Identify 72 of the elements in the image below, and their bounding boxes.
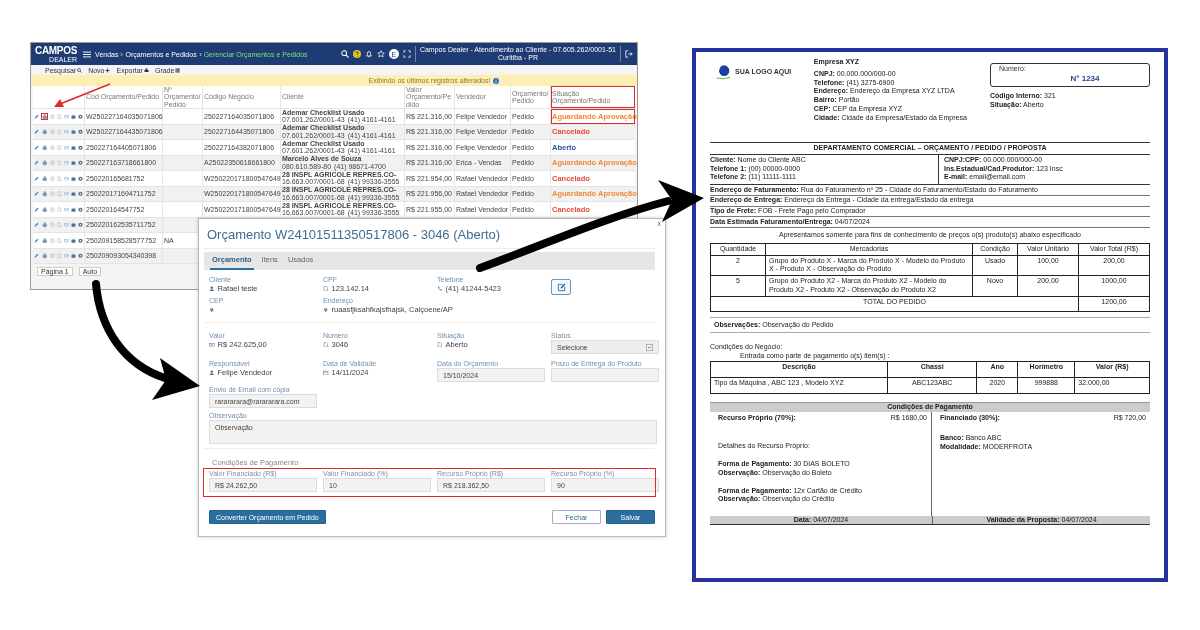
printer-icon[interactable] xyxy=(41,206,48,212)
printer-icon[interactable] xyxy=(41,144,48,150)
printer-icon[interactable] xyxy=(41,237,48,243)
gear-icon[interactable] xyxy=(78,253,84,259)
pencil-icon[interactable] xyxy=(34,237,39,243)
banknote-icon xyxy=(209,341,215,348)
location-pin-icon xyxy=(209,306,215,313)
chevron-icon xyxy=(120,51,124,57)
gear-icon[interactable] xyxy=(78,160,84,166)
printer-icon[interactable] xyxy=(41,160,48,166)
logo-icon xyxy=(716,64,732,80)
briefcase-icon[interactable] xyxy=(71,160,77,166)
document-number: N° 1234 xyxy=(1070,73,1100,84)
pencil-icon[interactable] xyxy=(34,160,39,166)
location-pin-icon xyxy=(323,306,329,313)
pencil-icon[interactable] xyxy=(34,175,39,181)
pencil-icon[interactable] xyxy=(34,222,39,228)
gear-icon[interactable] xyxy=(78,237,84,243)
printer-icon[interactable] xyxy=(41,175,48,181)
pencil-icon[interactable] xyxy=(34,191,39,197)
fullscreen-icon[interactable] xyxy=(402,50,411,58)
printer-icon[interactable] xyxy=(41,129,48,135)
person-icon xyxy=(209,285,215,292)
document-icon xyxy=(323,341,329,348)
star-icon[interactable] xyxy=(376,50,385,58)
pencil-icon[interactable] xyxy=(34,253,39,259)
printer-icon[interactable] xyxy=(41,113,48,119)
gear-icon[interactable] xyxy=(78,222,84,228)
briefcase-icon[interactable] xyxy=(71,222,77,228)
logo-text: CAMPOS xyxy=(35,45,78,56)
pencil-icon[interactable] xyxy=(34,206,39,212)
grid-icon xyxy=(175,68,181,73)
search-icon xyxy=(77,68,83,73)
edit-icon xyxy=(556,282,566,292)
input-field[interactable] xyxy=(551,368,659,382)
briefcase-icon[interactable] xyxy=(71,113,77,119)
printer-icon[interactable] xyxy=(41,222,48,228)
gear-icon[interactable] xyxy=(78,129,84,135)
printer-icon[interactable] xyxy=(41,191,48,197)
logout-icon[interactable] xyxy=(625,50,633,58)
briefcase-icon[interactable] xyxy=(71,206,77,212)
bell-icon[interactable] xyxy=(364,50,373,58)
gear-icon[interactable] xyxy=(78,144,84,150)
phone-icon xyxy=(437,285,443,292)
chevron-icon xyxy=(198,51,202,57)
printer-icon xyxy=(143,68,149,73)
plus-icon xyxy=(105,68,111,73)
pencil-icon[interactable] xyxy=(34,144,39,150)
briefcase-icon[interactable] xyxy=(71,144,77,150)
calendar-icon xyxy=(323,369,329,376)
info-icon xyxy=(493,77,500,84)
edit-button[interactable] xyxy=(551,279,571,295)
person-icon xyxy=(209,369,215,376)
dialog-title: Orçamento W24101511350517806 - 3046 (Aberto) xyxy=(204,223,655,249)
gear-icon[interactable] xyxy=(78,175,84,181)
briefcase-icon[interactable] xyxy=(71,191,77,197)
printer-icon[interactable] xyxy=(41,253,48,259)
menu-icon[interactable] xyxy=(83,50,92,58)
briefcase-icon[interactable] xyxy=(71,253,77,259)
briefcase-icon[interactable] xyxy=(71,237,77,243)
briefcase-icon[interactable] xyxy=(71,129,77,135)
gear-icon[interactable] xyxy=(78,113,84,119)
pencil-icon[interactable] xyxy=(34,113,39,119)
document-icon xyxy=(323,285,329,292)
pencil-icon[interactable] xyxy=(34,129,39,135)
search-icon[interactable] xyxy=(340,50,349,58)
briefcase-icon[interactable] xyxy=(71,175,77,181)
gear-icon[interactable] xyxy=(78,191,84,197)
caret-icon xyxy=(646,343,653,351)
gear-icon[interactable] xyxy=(78,206,84,212)
help-icon[interactable] xyxy=(352,50,361,58)
document-icon xyxy=(437,341,443,348)
